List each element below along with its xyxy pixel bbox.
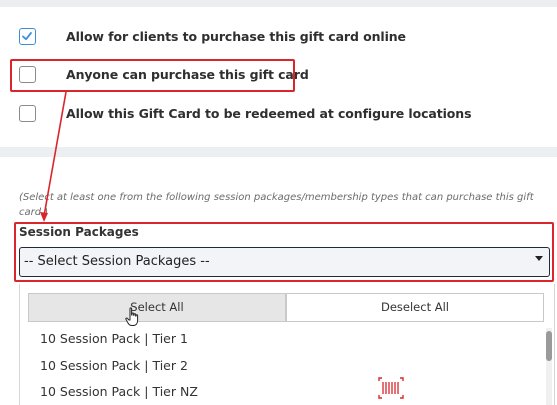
hand-pointer-icon xyxy=(125,307,139,326)
barcode-scan-icon xyxy=(378,377,404,399)
annotation-arrow xyxy=(40,91,67,222)
screen: Allow for clients to purchase this gift … xyxy=(0,0,557,405)
barcode-widget-button[interactable] xyxy=(369,371,413,405)
